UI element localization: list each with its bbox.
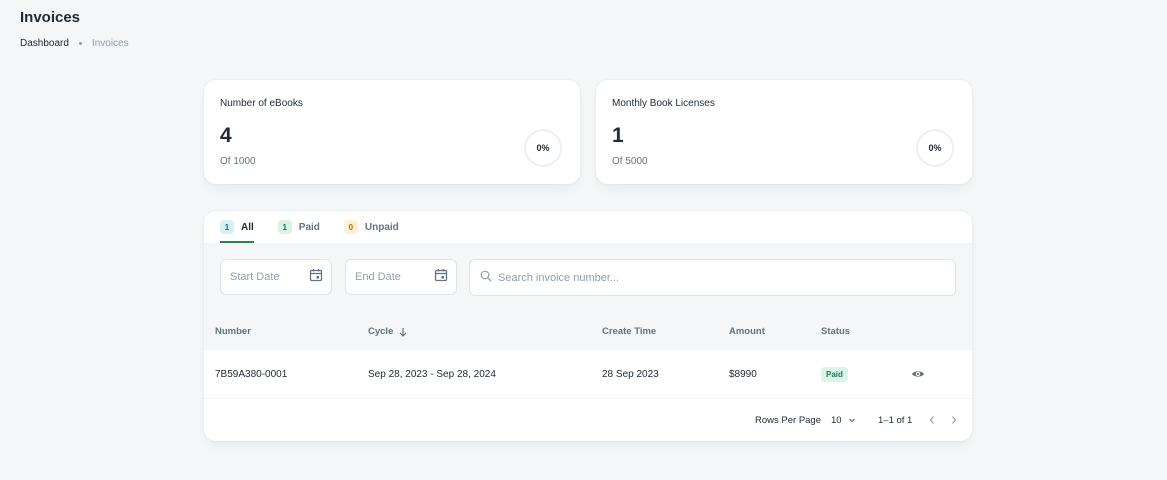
- column-header-create-time[interactable]: Create Time: [602, 313, 656, 350]
- search-input[interactable]: Search invoice number...: [469, 259, 956, 296]
- licenses-stat-card: Monthly Book Licenses 1 Of 5000 0%: [596, 80, 972, 184]
- invoices-table-card: 1 All 1 Paid 0 Unpaid Start Date End Dat…: [204, 211, 972, 441]
- breadcrumb-dashboard[interactable]: Dashboard: [20, 38, 69, 49]
- tab-count-badge: 1: [277, 220, 292, 234]
- tab-label: All: [241, 221, 254, 233]
- column-header-status[interactable]: Status: [821, 313, 850, 350]
- stat-value: 1: [612, 124, 624, 147]
- previous-page-button[interactable]: [928, 399, 936, 441]
- search-icon: [480, 269, 492, 287]
- tab-label: Unpaid: [364, 221, 399, 233]
- chevron-down-icon: [848, 416, 856, 424]
- invoice-number: 7B59A380-0001: [215, 368, 288, 380]
- next-page-button[interactable]: [950, 399, 958, 441]
- breadcrumb-invoices: Invoices: [91, 38, 129, 49]
- table-row[interactable]: 7B59A380-0001 Sep 28, 2023 - Sep 28, 202…: [204, 350, 972, 399]
- pagination-range: 1–1 of 1: [878, 414, 913, 426]
- filter-bar: Start Date End Date Search invoice numbe…: [204, 243, 972, 313]
- start-date-placeholder: Start Date: [230, 271, 280, 283]
- tab-unpaid[interactable]: 0 Unpaid: [343, 211, 399, 243]
- page-title: Invoices: [20, 9, 81, 26]
- status-cell: Paid: [821, 350, 848, 398]
- calendar-icon[interactable]: [309, 268, 323, 287]
- column-header-cycle-label: Cycle: [368, 326, 394, 337]
- tab-count-badge: 1: [220, 220, 234, 234]
- breadcrumb: Dashboard Invoices: [20, 38, 129, 49]
- column-header-number[interactable]: Number: [215, 313, 251, 350]
- status-badge: Paid: [821, 366, 848, 382]
- status-tabs: 1 All 1 Paid 0 Unpaid: [220, 211, 423, 243]
- stat-value: 4: [220, 124, 232, 147]
- ebooks-stat-card: Number of eBooks 4 Of 1000 0%: [204, 80, 580, 184]
- tab-paid[interactable]: 1 Paid: [277, 211, 320, 243]
- chevron-left-icon: [928, 415, 936, 425]
- view-action-cell: [911, 350, 925, 398]
- search-placeholder: Search invoice number...: [498, 271, 620, 284]
- end-date-placeholder: End Date: [355, 271, 401, 283]
- stat-label: Number of eBooks: [220, 98, 303, 109]
- progress-ring: 0%: [916, 129, 954, 167]
- stat-sub: Of 1000: [220, 156, 256, 167]
- calendar-icon[interactable]: [434, 268, 448, 287]
- progress-ring: 0%: [524, 129, 562, 167]
- invoice-amount: $8990: [729, 368, 757, 380]
- tab-all[interactable]: 1 All: [220, 211, 254, 243]
- start-date-input[interactable]: Start Date: [220, 259, 332, 295]
- invoice-create-time: 28 Sep 2023: [602, 368, 659, 380]
- rows-per-page-label: Rows Per Page: [755, 414, 822, 426]
- column-header-cycle[interactable]: Cycle: [368, 313, 408, 350]
- sort-arrow-down-icon[interactable]: [398, 327, 408, 337]
- eye-icon[interactable]: [911, 367, 925, 381]
- column-header-amount[interactable]: Amount: [729, 313, 765, 350]
- breadcrumb-separator: [78, 42, 82, 45]
- pagination-bar: Rows Per Page 10 1–1 of 1: [204, 399, 972, 441]
- stat-sub: Of 5000: [612, 156, 648, 167]
- stat-label: Monthly Book Licenses: [612, 98, 715, 109]
- table-header: Number Cycle Create Time Amount Status: [204, 313, 972, 350]
- tab-count-badge: 0: [343, 220, 358, 234]
- end-date-input[interactable]: End Date: [345, 259, 457, 295]
- rows-per-page-select[interactable]: 10: [831, 399, 856, 441]
- tab-label: Paid: [298, 221, 320, 233]
- rows-per-page-value: 10: [831, 414, 842, 426]
- invoice-cycle: Sep 28, 2023 - Sep 28, 2024: [368, 368, 496, 380]
- chevron-right-icon: [950, 415, 958, 425]
